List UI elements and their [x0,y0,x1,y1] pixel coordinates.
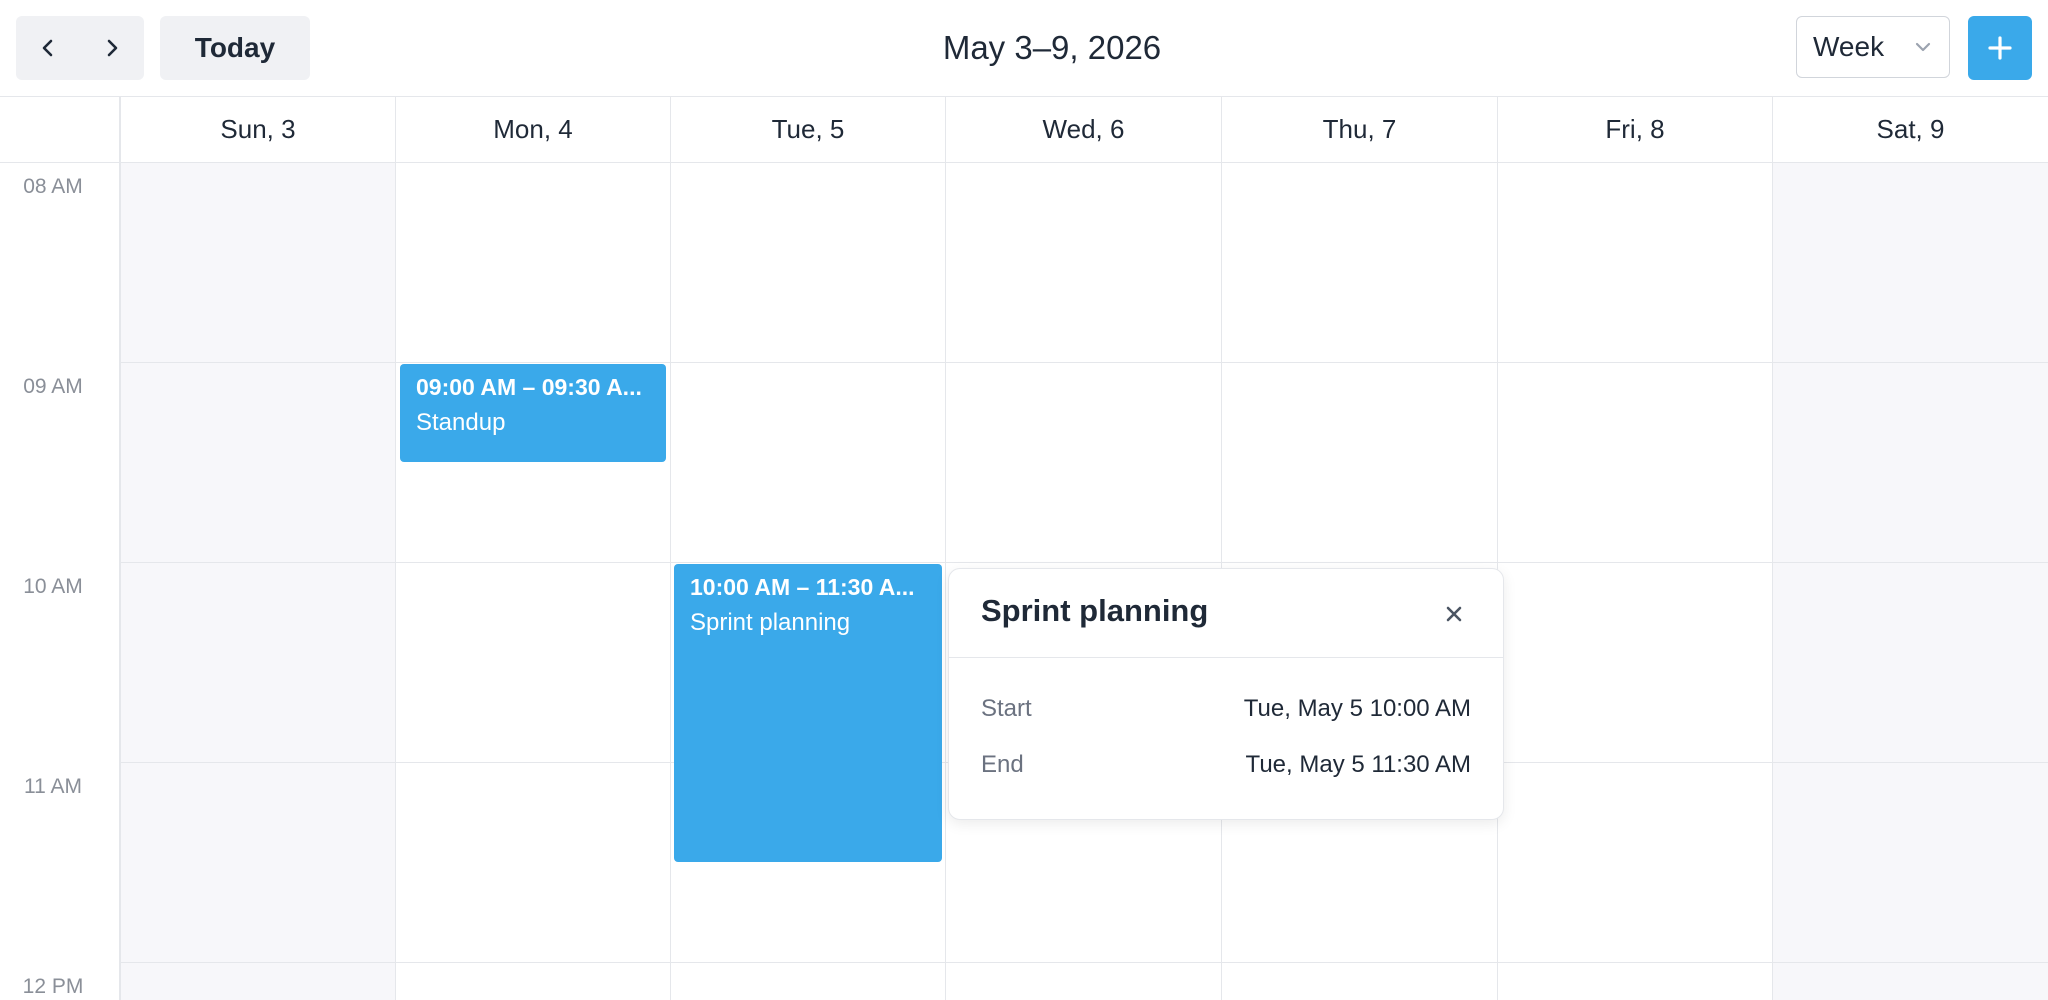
start-label: Start [981,695,1032,722]
event-time: 10:00 AM – 11:30 A... [690,574,915,600]
day-column-mon[interactable] [395,163,670,1000]
nav-button-group [16,16,144,80]
event-title: Sprint planning [690,609,851,636]
hour-line [120,962,2048,963]
chevron-down-icon [1915,42,1931,52]
end-label: End [981,751,1024,778]
event-time: 09:00 AM – 09:30 A... [416,374,642,400]
event-sprint-planning[interactable]: 10:00 AM – 11:30 A... Sprint planning [674,564,942,862]
day-header-fri: Fri, 8 [1497,97,1772,162]
hour-line [120,362,2048,363]
close-icon [1446,606,1462,622]
popover-title: Sprint planning [981,593,1209,628]
time-gutter-divider [119,97,120,1000]
time-label-9am: 09 AM [23,375,83,398]
day-header-sun: Sun, 3 [120,97,395,162]
today-button[interactable]: Today [160,16,310,80]
start-value: Tue, May 5 10:00 AM [1243,695,1471,722]
next-week-button[interactable] [80,16,144,80]
popover-close-button[interactable] [1439,599,1469,629]
day-header-tue: Tue, 5 [670,97,945,162]
time-label-12pm: 12 PM [22,975,84,998]
day-header-sat: Sat, 9 [1772,97,2048,162]
day-column-fri[interactable] [1497,163,1772,1000]
view-select-value: Week [1813,31,1885,62]
previous-week-button[interactable] [16,16,80,80]
plus-icon [1988,36,2012,60]
chevron-left-icon [42,39,53,57]
end-value: Tue, May 5 11:30 AM [1245,751,1471,778]
day-header-thu: Thu, 7 [1221,97,1497,162]
event-standup[interactable]: 09:00 AM – 09:30 A... Standup [400,364,666,462]
popover-start-row: Start Tue, May 5 10:00 AM [981,695,1471,723]
hour-line [120,562,2048,563]
calendar-toolbar: Today May 3–9, 2026 Week [0,0,2048,97]
time-label-10am: 10 AM [23,575,83,598]
time-label-8am: 08 AM [23,175,83,198]
add-event-button[interactable] [1968,16,2032,80]
time-label-11am: 11 AM [24,775,82,798]
popover-divider [949,657,1503,658]
day-column-sat[interactable] [1772,163,2048,1000]
view-select[interactable]: Week [1796,16,1950,78]
header-divider [0,162,2048,163]
chevron-right-icon [107,39,118,57]
popover-end-row: End Tue, May 5 11:30 AM [981,751,1471,779]
day-header-wed: Wed, 6 [945,97,1221,162]
event-details-popover: Sprint planning Start Tue, May 5 10:00 A… [948,568,1504,820]
event-title: Standup [416,409,506,436]
day-header-mon: Mon, 4 [395,97,670,162]
sunday-weekend-shade [121,163,395,1000]
date-range-title: May 3–9, 2026 [942,29,1162,66]
